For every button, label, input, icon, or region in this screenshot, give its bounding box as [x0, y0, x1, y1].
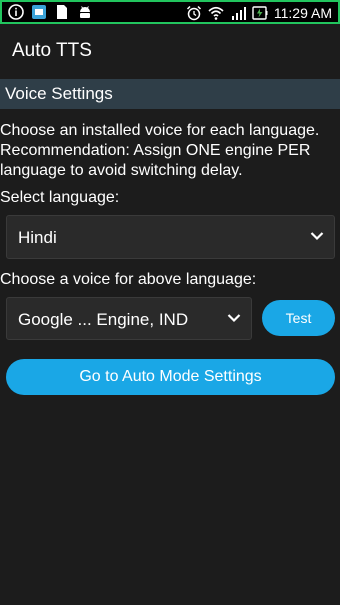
app-title: Auto TTS	[12, 40, 92, 61]
signal-icon	[231, 7, 246, 20]
description: Choose an installed voice for each langu…	[0, 121, 340, 181]
description-line-2: Recommendation: Assign ONE engine PER la…	[0, 142, 311, 179]
language-dropdown-value: Hindi	[18, 228, 57, 247]
status-bar-right: 11:29 AM	[186, 4, 332, 22]
battery-charging-icon	[252, 6, 268, 20]
test-button[interactable]: Test	[262, 300, 335, 336]
description-line-1: Choose an installed voice for each langu…	[0, 122, 320, 139]
choose-voice-label: Choose a voice for above language:	[0, 271, 257, 288]
voice-dropdown-value: Google ... Engine, IND	[18, 310, 189, 329]
alarm-icon	[186, 5, 201, 21]
info-icon	[8, 4, 24, 20]
select-language-label: Select language:	[0, 189, 120, 206]
status-bar-left	[8, 4, 93, 20]
voice-dropdown[interactable]: Google ... Engine, IND	[6, 297, 252, 340]
screen-record-icon	[32, 5, 46, 19]
section-header: Voice Settings	[0, 79, 340, 109]
status-time: 11:29 AM	[273, 5, 332, 21]
section-header-label: Voice Settings	[5, 84, 113, 103]
status-bar: 11:29 AM	[0, 0, 340, 24]
android-icon	[80, 6, 90, 18]
chevron-down-icon	[227, 314, 241, 323]
file-icon	[57, 5, 67, 19]
language-dropdown[interactable]: Hindi	[6, 215, 335, 259]
action-bar: Auto TTS	[0, 24, 340, 78]
wifi-icon	[208, 6, 224, 20]
auto-mode-settings-button[interactable]: Go to Auto Mode Settings	[6, 359, 335, 395]
chevron-down-icon	[310, 232, 324, 241]
